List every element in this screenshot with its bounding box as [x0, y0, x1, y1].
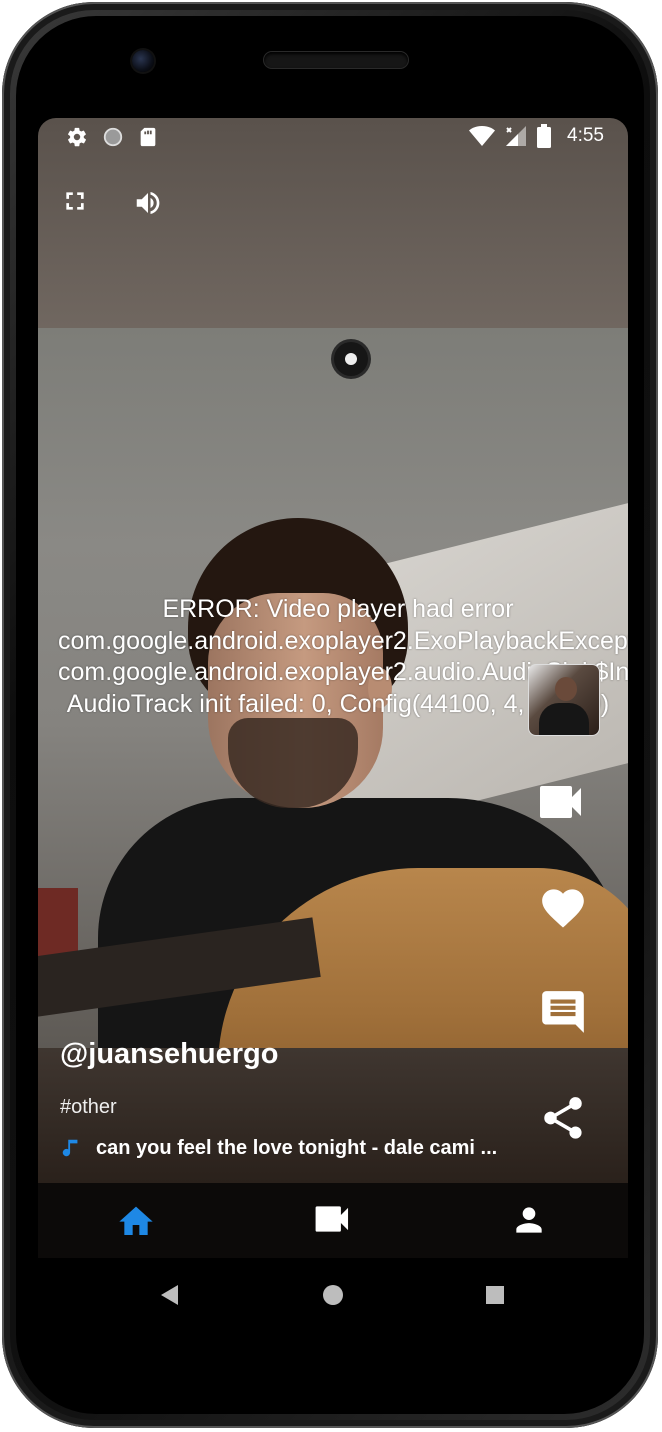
music-note-icon [60, 1136, 82, 1160]
video-lamp [334, 342, 368, 376]
status-bar: 4:55 [38, 118, 628, 154]
status-clock: 4:55 [567, 125, 604, 146]
recents-icon[interactable] [486, 1286, 504, 1304]
front-camera [132, 50, 154, 72]
post-username[interactable]: @juansehuergo [60, 1038, 520, 1071]
gear-icon [66, 126, 88, 148]
nav-person-icon[interactable] [510, 1201, 548, 1239]
profile-avatar[interactable] [528, 664, 600, 736]
bottom-navigation [38, 1183, 628, 1258]
cell-signal-icon [505, 125, 527, 147]
post-song[interactable]: can you feel the love tonight - dale cam… [60, 1136, 497, 1160]
post-info: @juansehuergo #other can you feel the lo… [60, 1038, 520, 1159]
home-circle-icon[interactable] [322, 1284, 344, 1306]
post-hashtag[interactable]: #other [60, 1096, 117, 1119]
system-navigation [38, 1258, 628, 1338]
video-top-controls [62, 188, 164, 218]
battery-icon [537, 124, 552, 148]
wifi-icon [469, 125, 496, 147]
app-screen: ERROR: Video player had error com.google… [38, 118, 628, 1258]
heart-icon[interactable] [538, 882, 588, 930]
volume-icon[interactable] [132, 188, 164, 218]
share-icon[interactable] [538, 1092, 588, 1144]
fullscreen-icon[interactable] [62, 188, 88, 218]
post-song-title: can you feel the love tonight - dale cam… [96, 1136, 498, 1159]
side-actions [528, 664, 602, 1139]
sd-card-icon [138, 126, 158, 148]
nav-video-camera-icon[interactable] [314, 1203, 352, 1235]
comment-icon[interactable] [538, 986, 588, 1038]
circle-icon [102, 126, 124, 148]
video-camera-icon[interactable] [538, 782, 586, 822]
back-icon[interactable] [160, 1284, 180, 1306]
nav-home-icon[interactable] [116, 1201, 156, 1239]
earpiece-speaker [264, 52, 408, 68]
